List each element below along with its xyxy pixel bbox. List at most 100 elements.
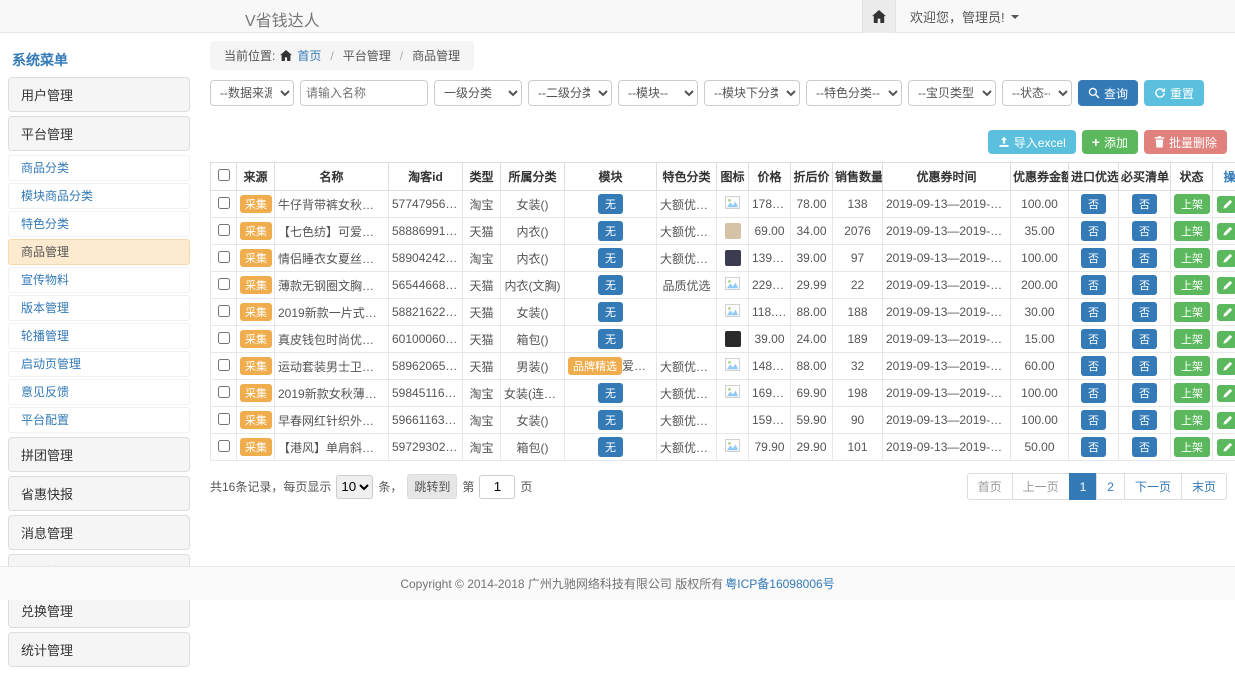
search-button[interactable]: 查询: [1078, 80, 1138, 106]
page-button-2[interactable]: 2: [1096, 473, 1125, 500]
status-button[interactable]: 上架: [1174, 248, 1210, 268]
filter-select-level1-category[interactable]: 一级分类: [434, 80, 522, 106]
must-buy-toggle[interactable]: 否: [1132, 302, 1157, 322]
row-checkbox[interactable]: [218, 197, 230, 209]
edit-button[interactable]: [1217, 196, 1235, 213]
page-button-首页[interactable]: 首页: [967, 473, 1013, 500]
status-button[interactable]: 上架: [1174, 410, 1210, 430]
page-button-下一页[interactable]: 下一页: [1124, 473, 1182, 500]
select-all-checkbox[interactable]: [218, 169, 230, 181]
import-pick-toggle[interactable]: 否: [1081, 221, 1106, 241]
filter-select-level2-category[interactable]: --二级分类--: [528, 80, 612, 106]
edit-button[interactable]: [1217, 412, 1235, 429]
module-none-button[interactable]: 无: [598, 410, 623, 430]
must-buy-toggle[interactable]: 否: [1132, 383, 1157, 403]
user-menu[interactable]: 欢迎您，管理员!: [896, 0, 1033, 33]
row-checkbox[interactable]: [218, 440, 230, 452]
sidebar-item-product-category[interactable]: 商品分类: [8, 155, 190, 181]
row-checkbox[interactable]: [218, 359, 230, 371]
import-pick-toggle[interactable]: 否: [1081, 329, 1106, 349]
must-buy-toggle[interactable]: 否: [1132, 221, 1157, 241]
must-buy-toggle[interactable]: 否: [1132, 356, 1157, 376]
module-none-button[interactable]: 无: [598, 437, 623, 457]
reset-button[interactable]: 重置: [1144, 80, 1204, 106]
status-button[interactable]: 上架: [1174, 383, 1210, 403]
sidebar-item-module-product-category[interactable]: 模块商品分类: [8, 183, 190, 209]
import-pick-toggle[interactable]: 否: [1081, 437, 1106, 457]
module-none-button[interactable]: 无: [598, 194, 623, 214]
module-none-button[interactable]: 无: [598, 383, 623, 403]
filter-select-module-sub-category[interactable]: --模块下分类--: [704, 80, 800, 106]
page-button-上一页[interactable]: 上一页: [1012, 473, 1070, 500]
page-jump-input[interactable]: [479, 475, 515, 499]
sidebar-group-message-management[interactable]: 消息管理: [8, 515, 190, 550]
edit-button[interactable]: [1217, 439, 1235, 456]
module-none-button[interactable]: 无: [598, 302, 623, 322]
status-button[interactable]: 上架: [1174, 356, 1210, 376]
edit-button[interactable]: [1217, 331, 1235, 348]
module-none-button[interactable]: 无: [598, 221, 623, 241]
sidebar-item-splash-page-management[interactable]: 启动页管理: [8, 351, 190, 377]
import-pick-toggle[interactable]: 否: [1081, 248, 1106, 268]
filter-select-feature-category[interactable]: --特色分类--: [806, 80, 902, 106]
sidebar-group-group-buy-management[interactable]: 拼团管理: [8, 437, 190, 472]
status-button[interactable]: 上架: [1174, 437, 1210, 457]
row-checkbox[interactable]: [218, 386, 230, 398]
must-buy-toggle[interactable]: 否: [1132, 410, 1157, 430]
sidebar-group-platform-management[interactable]: 平台管理: [8, 116, 190, 151]
import-pick-toggle[interactable]: 否: [1081, 383, 1106, 403]
module-none-button[interactable]: 无: [598, 275, 623, 295]
sidebar-item-version-management[interactable]: 版本管理: [8, 295, 190, 321]
sidebar-item-feature-category[interactable]: 特色分类: [8, 211, 190, 237]
import-pick-toggle[interactable]: 否: [1081, 302, 1106, 322]
row-checkbox[interactable]: [218, 413, 230, 425]
status-button[interactable]: 上架: [1174, 302, 1210, 322]
status-button[interactable]: 上架: [1174, 221, 1210, 241]
status-button[interactable]: 上架: [1174, 275, 1210, 295]
import-pick-toggle[interactable]: 否: [1081, 275, 1106, 295]
jump-button[interactable]: 跳转到: [407, 474, 457, 499]
per-page-select[interactable]: 10: [336, 475, 373, 499]
home-button[interactable]: [862, 0, 896, 33]
import-pick-toggle[interactable]: 否: [1081, 194, 1106, 214]
filter-input-name-search[interactable]: [300, 80, 428, 106]
row-checkbox[interactable]: [218, 332, 230, 344]
sidebar-item-feedback[interactable]: 意见反馈: [8, 379, 190, 405]
sidebar-item-promo-material[interactable]: 宣传物料: [8, 267, 190, 293]
must-buy-toggle[interactable]: 否: [1132, 275, 1157, 295]
filter-select-module[interactable]: --模块--: [618, 80, 698, 106]
import-pick-toggle[interactable]: 否: [1081, 356, 1106, 376]
icp-link[interactable]: 粤ICP备16098006号: [725, 575, 834, 592]
import-excel-button[interactable]: 导入excel: [988, 130, 1076, 154]
status-button[interactable]: 上架: [1174, 194, 1210, 214]
filter-select-item-type[interactable]: --宝贝类型--: [908, 80, 996, 106]
sidebar-group-stats-management[interactable]: 统计管理: [8, 632, 190, 667]
module-none-button[interactable]: 无: [598, 248, 623, 268]
sidebar-group-save-express[interactable]: 省惠快报: [8, 476, 190, 511]
must-buy-toggle[interactable]: 否: [1132, 329, 1157, 349]
module-none-button[interactable]: 无: [598, 329, 623, 349]
row-checkbox[interactable]: [218, 224, 230, 236]
edit-button[interactable]: [1217, 358, 1235, 375]
page-button-末页[interactable]: 末页: [1181, 473, 1227, 500]
sidebar-item-platform-config[interactable]: 平台配置: [8, 407, 190, 433]
must-buy-toggle[interactable]: 否: [1132, 248, 1157, 268]
sidebar-group-user-management[interactable]: 用户管理: [8, 77, 190, 112]
row-checkbox[interactable]: [218, 251, 230, 263]
row-checkbox[interactable]: [218, 305, 230, 317]
status-button[interactable]: 上架: [1174, 329, 1210, 349]
edit-button[interactable]: [1217, 250, 1235, 267]
edit-button[interactable]: [1217, 385, 1235, 402]
edit-button[interactable]: [1217, 277, 1235, 294]
add-button[interactable]: + 添加: [1082, 130, 1138, 154]
edit-button[interactable]: [1217, 223, 1235, 240]
page-button-1[interactable]: 1: [1069, 473, 1098, 500]
must-buy-toggle[interactable]: 否: [1132, 437, 1157, 457]
batch-delete-button[interactable]: 批量删除: [1144, 130, 1227, 154]
sidebar-item-product-management[interactable]: 商品管理: [8, 239, 190, 265]
breadcrumb-home-link[interactable]: 首页: [297, 47, 321, 64]
filter-select-status[interactable]: --状态--: [1002, 80, 1072, 106]
import-pick-toggle[interactable]: 否: [1081, 410, 1106, 430]
row-checkbox[interactable]: [218, 278, 230, 290]
sidebar-item-carousel-management[interactable]: 轮播管理: [8, 323, 190, 349]
